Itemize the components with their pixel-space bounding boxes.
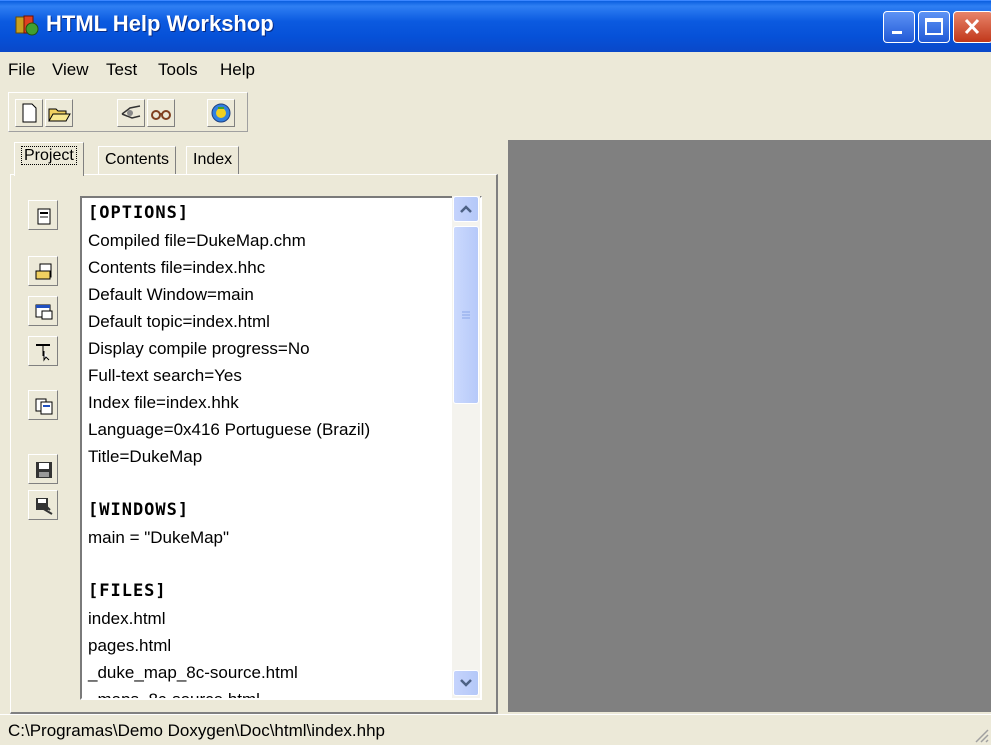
resize-grip-icon[interactable] [971, 725, 989, 743]
text-line: pages.html [88, 636, 172, 655]
text-line [88, 470, 454, 497]
minimize-button[interactable] [883, 11, 915, 43]
text-line: Compiled file=DukeMap.chm [88, 231, 306, 250]
tab-index[interactable]: Index [186, 146, 240, 174]
save-compile-button[interactable] [28, 490, 58, 520]
workspace-area [508, 140, 991, 712]
text-line: Index file=index.hhk [88, 393, 239, 412]
menu-bar: File View Test Tools Help [0, 52, 991, 86]
app-icon [15, 15, 39, 36]
tab-label: Project [21, 146, 77, 165]
add-remove-files-button[interactable] [28, 256, 58, 286]
compile-button[interactable] [117, 99, 145, 127]
change-options-icon [37, 208, 51, 225]
save-project-icon [36, 462, 52, 478]
text-line [88, 551, 454, 578]
html-api-info-icon [35, 398, 53, 415]
new-file-icon [22, 103, 37, 123]
toolbar [8, 92, 248, 132]
close-icon [964, 18, 980, 35]
menu-file[interactable]: File [8, 60, 35, 80]
section-header: [FILES] [88, 581, 167, 601]
text-line: Display compile progress=No [88, 339, 310, 358]
menu-tools[interactable]: Tools [158, 60, 198, 80]
text-line: Default Window=main [88, 285, 254, 304]
view-compiled-button[interactable] [147, 99, 175, 127]
scroll-thumb[interactable] [453, 226, 479, 404]
view-compiled-icon [151, 110, 171, 120]
chevron-down-icon [460, 679, 472, 687]
project-text-lines: [OPTIONS] Compiled file=DukeMap.chm Conten… [88, 200, 454, 700]
title-bar[interactable]: HTML Help Workshop [0, 0, 991, 52]
tab-label: Contents [105, 151, 170, 168]
add-modify-info-button[interactable] [28, 336, 58, 366]
add-modify-window-button[interactable] [28, 296, 58, 326]
tab-contents[interactable]: Contents [98, 146, 177, 174]
help-button[interactable] [207, 99, 235, 127]
html-api-info-button[interactable] [28, 390, 58, 420]
save-compile-icon [36, 498, 53, 515]
tab-project[interactable]: Project [14, 142, 84, 176]
text-line: _maps_8c-source.html [88, 690, 260, 700]
add-remove-files-icon [35, 263, 52, 280]
status-bar: C:\Programas\Demo Doxygen\Doc\html\index… [0, 714, 991, 745]
open-button[interactable] [45, 99, 73, 127]
text-line: Default topic=index.html [88, 312, 270, 331]
project-text-view[interactable]: [OPTIONS] Compiled file=DukeMap.chm Conten… [80, 196, 482, 700]
tab-label: Index [193, 151, 233, 168]
text-line: Title=DukeMap [88, 447, 203, 466]
open-folder-icon [48, 108, 71, 122]
vertical-scrollbar[interactable] [452, 196, 480, 698]
section-header: [WINDOWS] [88, 500, 190, 520]
new-button[interactable] [15, 99, 43, 127]
text-line: Language=0x416 Portuguese (Brazil) [88, 420, 371, 439]
close-button[interactable] [953, 11, 991, 43]
scroll-down-button[interactable] [453, 670, 479, 696]
menu-view[interactable]: View [52, 60, 89, 80]
save-project-button[interactable] [28, 454, 58, 484]
text-line: Contents file=index.hhc [88, 258, 266, 277]
window-title: HTML Help Workshop [46, 11, 274, 36]
status-path: C:\Programas\Demo Doxygen\Doc\html\index… [8, 721, 385, 740]
text-line: index.html [88, 609, 166, 628]
maximize-icon [925, 18, 943, 35]
text-line: Full-text search=Yes [88, 366, 242, 385]
text-line: _duke_map_8c-source.html [88, 663, 298, 682]
text-line: main = "DukeMap" [88, 528, 230, 547]
add-modify-window-icon [35, 304, 53, 320]
chevron-up-icon [460, 205, 472, 213]
maximize-button[interactable] [918, 11, 950, 43]
add-modify-info-icon [36, 344, 50, 362]
change-options-button[interactable] [28, 200, 58, 230]
compile-icon [121, 105, 141, 119]
minimize-icon [892, 31, 902, 34]
scroll-up-button[interactable] [453, 196, 479, 222]
grip-icon [462, 311, 470, 319]
menu-help[interactable]: Help [220, 60, 255, 80]
section-header: [OPTIONS] [88, 203, 190, 223]
menu-test[interactable]: Test [106, 60, 137, 80]
help-icon [211, 103, 231, 123]
